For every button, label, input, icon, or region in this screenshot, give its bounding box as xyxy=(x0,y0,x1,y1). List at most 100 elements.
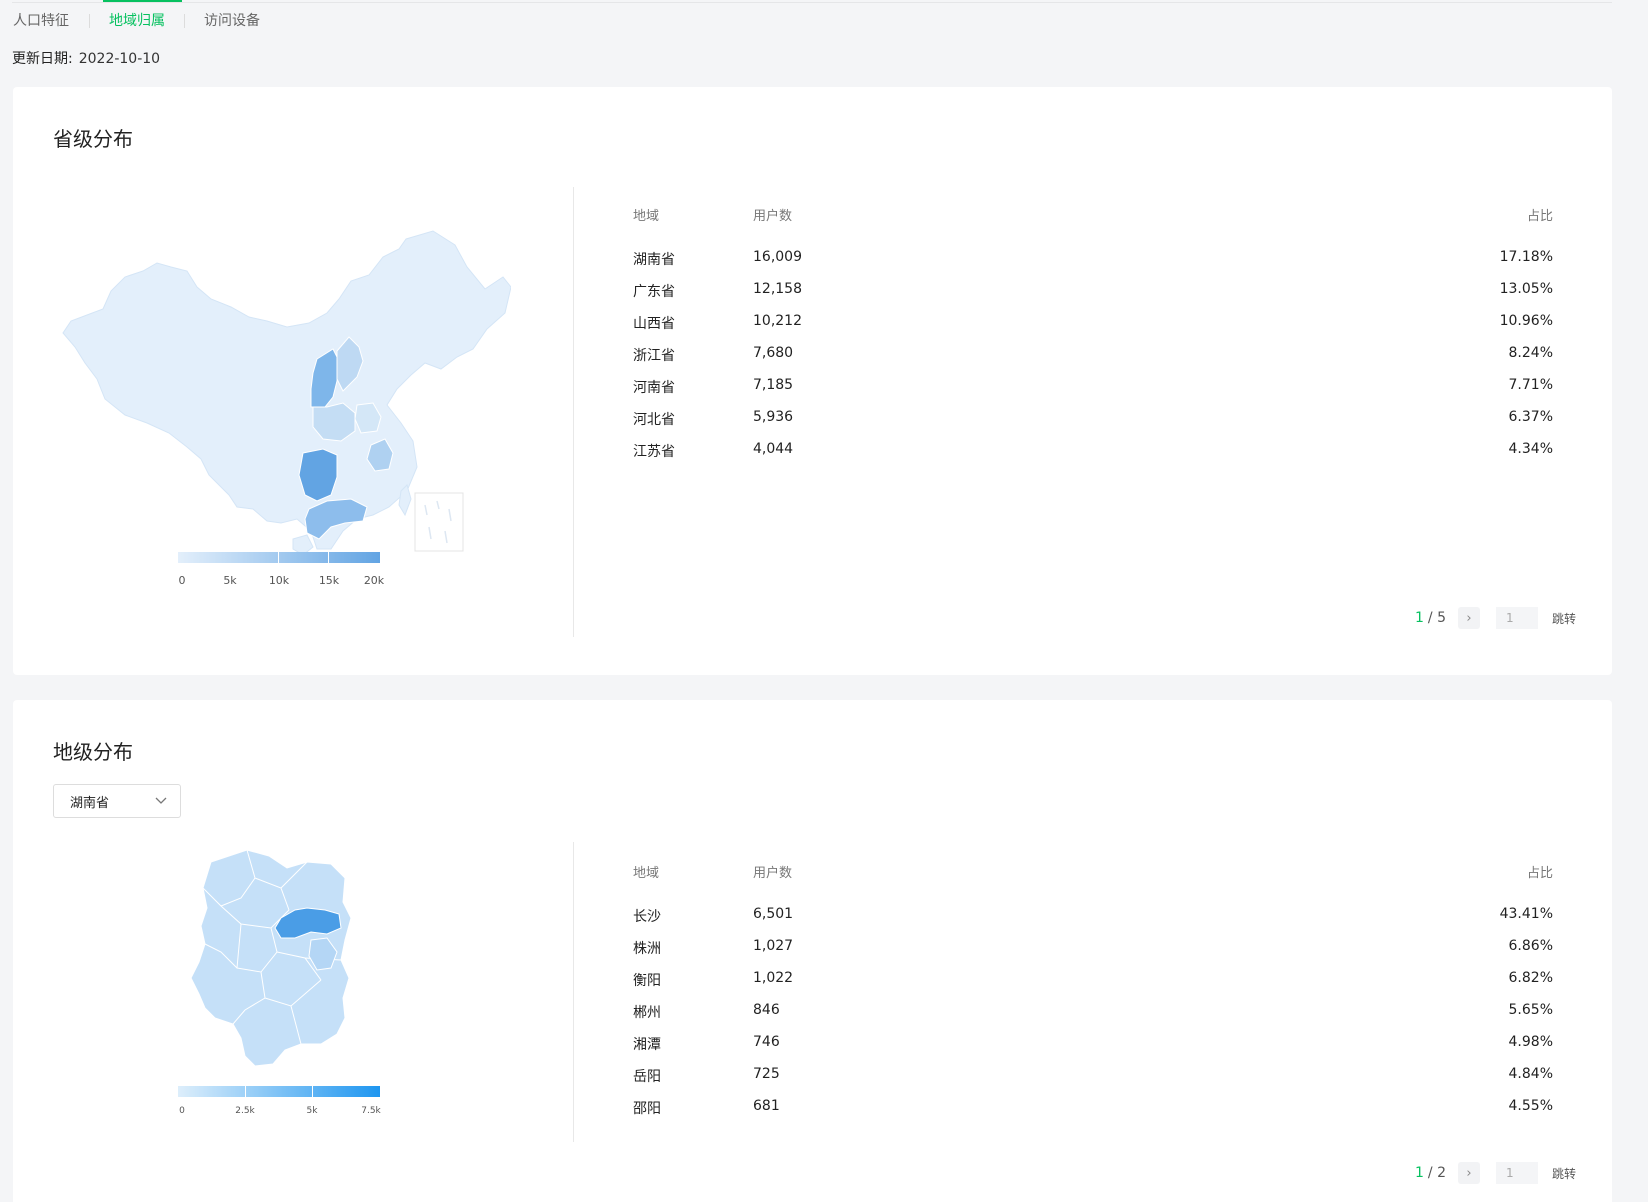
province-legend-bar xyxy=(178,552,380,563)
cell-users: 7,680 xyxy=(753,345,794,361)
table-row: 山西省 10,212 10.96% xyxy=(633,313,1553,345)
cell-users: 725 xyxy=(753,1066,780,1082)
cell-pct: 10.96% xyxy=(1499,313,1553,329)
pager-page-input[interactable] xyxy=(1496,1162,1538,1184)
cell-pct: 4.98% xyxy=(1508,1034,1553,1050)
cell-users: 846 xyxy=(753,1002,780,1018)
table-row: 衡阳 1,022 6.82% xyxy=(633,970,1553,1002)
cell-region: 郴州 xyxy=(633,1005,661,1021)
cell-pct: 8.24% xyxy=(1508,345,1553,361)
cell-pct: 5.65% xyxy=(1508,1002,1553,1018)
header-region: 地域 xyxy=(633,209,660,224)
header-region: 地域 xyxy=(633,866,660,881)
tab-separator xyxy=(184,14,185,28)
cell-region: 岳阳 xyxy=(633,1069,661,1085)
city-pager: 1 / 2 › 跳转 xyxy=(1415,1162,1576,1184)
legend-label: 5k xyxy=(223,574,237,587)
table-row: 浙江省 7,680 8.24% xyxy=(633,345,1553,377)
cell-users: 10,212 xyxy=(753,313,802,329)
cell-users: 681 xyxy=(753,1098,780,1114)
header-users: 用户数 xyxy=(753,866,793,881)
legend-tick xyxy=(328,552,329,563)
cell-region: 河北省 xyxy=(633,412,675,428)
hunan-map xyxy=(190,849,352,1067)
cell-region: 江苏省 xyxy=(633,444,675,460)
legend-label: 10k xyxy=(268,574,290,587)
legend-label: 20k xyxy=(363,574,385,587)
pager-next-button[interactable]: › xyxy=(1458,1162,1480,1184)
chevron-right-icon: › xyxy=(1466,1165,1472,1181)
map-province-hunan[interactable] xyxy=(298,448,338,502)
tab-region[interactable]: 地域归属 xyxy=(96,0,182,42)
cell-region: 湖南省 xyxy=(633,252,675,268)
legend-label: 2.5k xyxy=(235,1106,255,1116)
cell-region: 广东省 xyxy=(633,284,675,300)
legend-label: 0 xyxy=(178,574,186,587)
header-pct: 占比 xyxy=(1526,866,1553,881)
cell-region: 衡阳 xyxy=(633,973,661,989)
legend-label: 0 xyxy=(179,1106,185,1116)
legend-tick xyxy=(278,552,279,563)
cell-users: 1,022 xyxy=(753,970,794,986)
pager-next-button[interactable]: › xyxy=(1458,607,1480,629)
table-row: 江苏省 4,044 4.34% xyxy=(633,441,1553,473)
legend-label: 5k xyxy=(306,1106,318,1116)
province-pager: 1 / 5 › 跳转 xyxy=(1415,607,1576,629)
table-row: 株洲 1,027 6.86% xyxy=(633,938,1553,970)
table-row: 河南省 7,185 7.71% xyxy=(633,377,1553,409)
cell-users: 1,027 xyxy=(753,938,794,954)
cell-pct: 4.84% xyxy=(1508,1066,1553,1082)
legend-tick xyxy=(312,1086,313,1097)
cell-users: 7,185 xyxy=(753,377,794,393)
legend-label: 15k xyxy=(318,574,340,587)
tab-demographics[interactable]: 人口特征 xyxy=(0,0,69,42)
cell-users: 5,936 xyxy=(753,409,794,425)
pager-jump-button[interactable]: 跳转 xyxy=(1552,610,1576,627)
update-date-value: 2022-10-10 xyxy=(78,51,161,67)
pager-current: 1 xyxy=(1415,1165,1424,1181)
cell-pct: 7.71% xyxy=(1508,377,1553,393)
cell-pct: 13.05% xyxy=(1499,281,1553,297)
city-title: 地级分布 xyxy=(53,740,133,764)
update-date-label: 更新日期: xyxy=(12,51,73,67)
tab-devices[interactable]: 访问设备 xyxy=(191,0,260,42)
tab-separator xyxy=(89,14,90,28)
table-row: 湖南省 16,009 17.18% xyxy=(633,249,1553,281)
cell-pct: 17.18% xyxy=(1499,249,1553,265)
cell-pct: 4.34% xyxy=(1508,441,1553,457)
map-south-china-sea-inset xyxy=(414,492,464,552)
header-pct: 占比 xyxy=(1526,209,1553,224)
cell-users: 16,009 xyxy=(753,249,802,265)
legend-label: 7.5k xyxy=(361,1106,381,1116)
province-divider xyxy=(573,187,574,637)
province-select-value: 湖南省 xyxy=(70,795,110,811)
province-card: 省级分布 0 5k 10k 15k 20k 地域 用户数 占比 湖南省 16,00… xyxy=(13,87,1612,675)
cell-region: 浙江省 xyxy=(633,348,675,364)
cell-users: 6,501 xyxy=(753,906,794,922)
cell-pct: 6.82% xyxy=(1508,970,1553,986)
city-card: 地级分布 湖南省 0 2.5k 5k 7.5k 地域 用户数 占比 长沙 6,50… xyxy=(13,700,1612,1202)
table-row: 邵阳 681 4.55% xyxy=(633,1098,1553,1130)
update-date: 更新日期: 2022-10-10 xyxy=(12,48,160,68)
cell-region: 株洲 xyxy=(633,941,661,957)
cell-users: 12,158 xyxy=(753,281,802,297)
map-province-henan[interactable] xyxy=(312,402,356,442)
cell-users: 4,044 xyxy=(753,441,794,457)
cell-pct: 43.41% xyxy=(1499,906,1553,922)
china-map xyxy=(62,230,511,554)
table-row: 郴州 846 5.65% xyxy=(633,1002,1553,1034)
table-row: 湘潭 746 4.98% xyxy=(633,1034,1553,1066)
pager-total: / 2 xyxy=(1427,1165,1446,1181)
province-select[interactable]: 湖南省 xyxy=(53,784,181,818)
table-row: 河北省 5,936 6.37% xyxy=(633,409,1553,441)
pager-page-input[interactable] xyxy=(1496,607,1538,629)
city-divider xyxy=(573,842,574,1142)
cell-region: 湘潭 xyxy=(633,1037,661,1053)
cell-region: 河南省 xyxy=(633,380,675,396)
tab-bar: 人口特征 地域归属 访问设备 xyxy=(0,0,260,42)
table-row: 广东省 12,158 13.05% xyxy=(633,281,1553,313)
cell-pct: 4.55% xyxy=(1508,1098,1553,1114)
pager-jump-button[interactable]: 跳转 xyxy=(1552,1165,1576,1182)
table-row: 长沙 6,501 43.41% xyxy=(633,906,1553,938)
chevron-right-icon: › xyxy=(1466,610,1472,626)
